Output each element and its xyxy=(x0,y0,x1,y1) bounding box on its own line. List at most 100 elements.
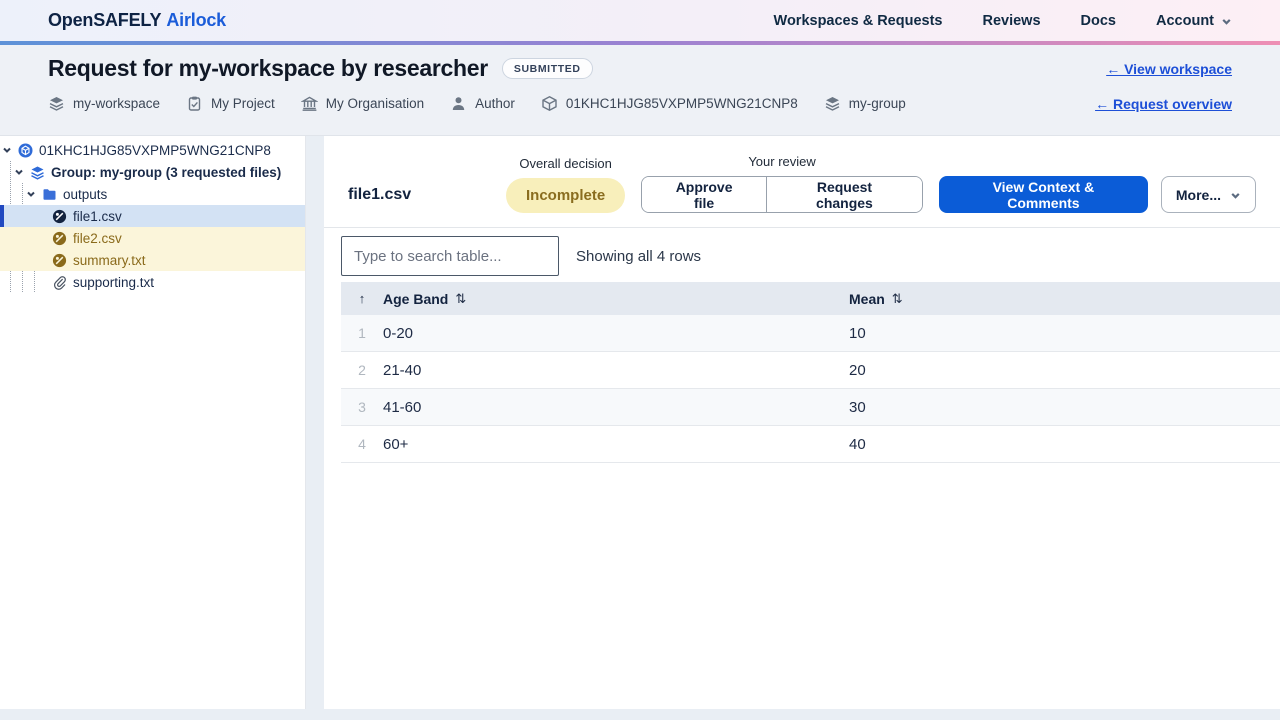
file-pending-icon xyxy=(52,253,67,267)
nav-item-docs[interactable]: Docs xyxy=(1081,13,1116,29)
tree-node-label: Group: my-group (3 requested files) xyxy=(51,164,282,180)
folder-icon xyxy=(43,188,56,200)
cell-age-band: 0-20 xyxy=(383,324,414,342)
building-icon xyxy=(300,96,318,111)
file-title: file1.csv xyxy=(348,186,412,203)
request-overview-link[interactable]: ← Request overview xyxy=(1095,96,1232,112)
overall-decision-group: Overall decision Incomplete xyxy=(506,155,626,213)
request-cube-icon xyxy=(18,143,33,157)
search-input[interactable] xyxy=(341,236,559,276)
chevron-down-icon xyxy=(3,147,11,153)
cell-mean: 20 xyxy=(849,361,866,379)
brand-secondary: Airlock xyxy=(166,10,226,30)
tree-node-supporting[interactable]: supporting.txt xyxy=(0,271,305,293)
nav-item-workspaces[interactable]: Workspaces & Requests xyxy=(774,13,943,29)
tree-node-label: 01KHC1HJG85VXPMP5WNG21CNP8 xyxy=(39,142,271,158)
tree-node-label: supporting.txt xyxy=(73,274,155,290)
layers-icon xyxy=(825,97,840,111)
view-workspace-link[interactable]: ← View workspace xyxy=(1106,61,1232,77)
row-number: 3 xyxy=(358,399,366,415)
tree-node-summary[interactable]: summary.txt xyxy=(0,249,305,271)
file-pending-icon xyxy=(52,231,67,245)
chevron-down-icon xyxy=(1222,19,1231,25)
tree-node-file1[interactable]: file1.csv xyxy=(0,205,305,227)
page-title: Request for my-workspace by researcher xyxy=(48,55,488,81)
layers-icon xyxy=(49,97,64,111)
more-label: More... xyxy=(1175,186,1221,203)
sort-both-icon: ⇅ xyxy=(455,290,467,306)
meta-author: Author xyxy=(450,95,515,112)
page-header: Request for my-workspace by researcher S… xyxy=(0,45,1280,136)
cube-icon xyxy=(542,96,557,111)
column-label: Age Band xyxy=(383,290,449,307)
file-tree-sidebar: 01KHC1HJG85VXPMP5WNG21CNP8 Group: my-gro… xyxy=(0,136,306,709)
chevron-down-icon xyxy=(27,191,35,197)
meta-label: My Organisation xyxy=(325,96,425,111)
column-header-age-band[interactable]: Age Band ⇅ xyxy=(383,291,849,307)
data-table: ↑ Age Band ⇅ Mean ⇅ 1 0-20 10 2 21-40 20… xyxy=(341,282,1280,463)
meta-label: 01KHC1HJG85VXPMP5WNG21CNP8 xyxy=(565,96,798,111)
status-badge: SUBMITTED xyxy=(501,58,593,79)
table-row[interactable]: 2 21-40 20 xyxy=(341,352,1280,389)
user-icon xyxy=(452,97,465,110)
file-pending-icon xyxy=(52,209,67,223)
review-button-group: Approve file Request changes xyxy=(641,176,923,213)
meta-group: my-group xyxy=(824,95,906,112)
request-changes-button[interactable]: Request changes xyxy=(766,177,922,212)
tree-node-group[interactable]: Group: my-group (3 requested files) xyxy=(0,161,305,183)
nav-links: Workspaces & Requests Reviews Docs Accou… xyxy=(774,13,1232,29)
table-row[interactable]: 1 0-20 10 xyxy=(341,315,1280,352)
row-number: 4 xyxy=(358,436,366,452)
meta-label: my-workspace xyxy=(73,96,161,111)
sort-asc-icon: ↑ xyxy=(358,291,366,306)
view-context-comments-button[interactable]: View Context & Comments xyxy=(938,176,1148,213)
cell-age-band: 21-40 xyxy=(383,361,422,379)
nav-item-account[interactable]: Account xyxy=(1156,13,1232,29)
top-nav: OpenSAFELY Airlock Workspaces & Requests … xyxy=(0,0,1280,45)
table-row[interactable]: 4 60+ 40 xyxy=(341,426,1280,463)
column-header-mean[interactable]: Mean ⇅ xyxy=(849,291,1280,307)
overall-decision-label: Overall decision xyxy=(519,155,612,171)
tree-node-request-id[interactable]: 01KHC1HJG85VXPMP5WNG21CNP8 xyxy=(0,139,305,161)
approve-file-button[interactable]: Approve file xyxy=(642,177,766,212)
cell-age-band: 60+ xyxy=(383,435,409,453)
file-review-panel: file1.csv Overall decision Incomplete Yo… xyxy=(324,136,1280,709)
meta-project: My Project xyxy=(186,95,275,112)
clipboard-icon xyxy=(188,96,201,111)
tree-node-outputs[interactable]: outputs xyxy=(0,183,305,205)
cell-mean: 30 xyxy=(849,398,866,416)
row-number: 2 xyxy=(358,362,366,378)
table-toolbar: Showing all 4 rows xyxy=(324,228,1280,282)
rows-status: Showing all 4 rows xyxy=(576,247,702,265)
chevron-down-icon xyxy=(15,169,23,175)
your-review-group: Your review Approve file Request changes xyxy=(641,154,923,213)
your-review-label: Your review xyxy=(748,154,816,169)
column-label: Mean xyxy=(849,290,885,307)
more-button[interactable]: More... xyxy=(1160,176,1256,213)
account-label: Account xyxy=(1156,12,1214,29)
cell-age-band: 41-60 xyxy=(383,398,422,416)
cell-mean: 40 xyxy=(849,435,866,453)
tree-node-label: summary.txt xyxy=(73,252,146,268)
tree-node-file2[interactable]: file2.csv xyxy=(0,227,305,249)
row-number: 1 xyxy=(358,325,366,341)
cell-mean: 10 xyxy=(849,324,866,342)
table-row[interactable]: 3 41-60 30 xyxy=(341,389,1280,426)
sort-both-icon: ⇅ xyxy=(891,290,903,306)
nav-item-reviews[interactable]: Reviews xyxy=(982,13,1040,29)
meta-organisation: My Organisation xyxy=(300,95,425,112)
brand-logo[interactable]: OpenSAFELY Airlock xyxy=(48,10,226,31)
tree-node-label: outputs xyxy=(63,186,108,202)
decision-badge: Incomplete xyxy=(506,177,626,213)
table-header: ↑ Age Band ⇅ Mean ⇅ xyxy=(341,282,1280,315)
meta-label: Author xyxy=(475,96,515,111)
row-number-sort-header[interactable]: ↑ xyxy=(341,291,383,306)
brand-primary: OpenSAFELY xyxy=(48,10,162,30)
file-header: file1.csv Overall decision Incomplete Yo… xyxy=(324,136,1280,228)
meta-workspace: my-workspace xyxy=(48,95,160,112)
meta-label: My Project xyxy=(211,96,275,111)
tree-node-label: file2.csv xyxy=(73,230,122,246)
request-meta: my-workspace My Project My Organisation xyxy=(48,95,906,112)
meta-request-id: 01KHC1HJG85VXPMP5WNG21CNP8 xyxy=(541,95,798,112)
paperclip-icon xyxy=(53,275,66,290)
